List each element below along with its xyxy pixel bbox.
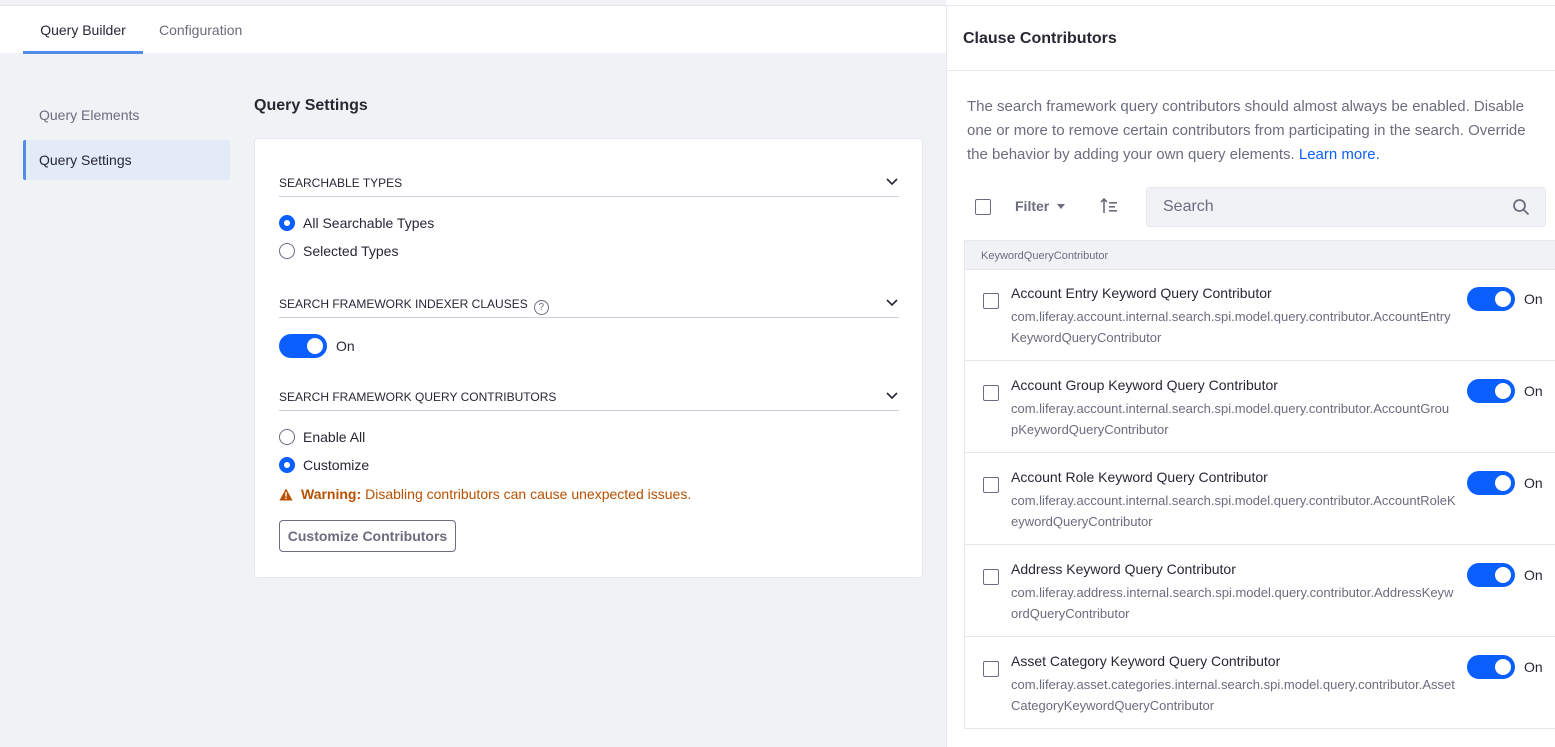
list-item: Asset Category Keyword Query Contributor…	[964, 637, 1555, 729]
sidebar-item-query-settings[interactable]: Query Settings	[23, 140, 230, 180]
toggle-row: On	[1467, 287, 1543, 311]
filter-dropdown[interactable]: Filter	[1015, 198, 1066, 214]
row-checkbox[interactable]	[983, 385, 999, 401]
customize-contributors-button[interactable]: Customize Contributors	[279, 520, 456, 552]
learn-more-link[interactable]: Learn more.	[1299, 146, 1380, 163]
sort-icon[interactable]	[1100, 197, 1118, 215]
query-builder-area: Query Builder Configuration Query Elemen…	[0, 0, 946, 747]
radio-enable-all[interactable]: Enable All	[279, 429, 365, 445]
contributor-toggle[interactable]	[1467, 287, 1515, 311]
search-icon[interactable]	[1512, 198, 1530, 216]
searchable-types-header[interactable]: SEARCHABLE TYPES	[279, 167, 899, 197]
list-group-header: KeywordQueryContributor	[964, 240, 1555, 270]
radio-label: Customize	[303, 457, 370, 473]
radio-button[interactable]	[279, 215, 295, 231]
radio-label: All Searchable Types	[303, 215, 435, 231]
toggle-label: On	[1524, 383, 1543, 399]
tab-bar: Query Builder Configuration	[0, 6, 946, 54]
panel-description: The search framework query contributors …	[967, 95, 1537, 167]
row-checkbox[interactable]	[983, 477, 999, 493]
tab-configuration[interactable]: Configuration	[159, 6, 242, 53]
radio-selected-types[interactable]: Selected Types	[279, 243, 398, 259]
contributor-class-name: com.liferay.account.internal.search.spi.…	[1011, 309, 1451, 345]
toggle-row: On	[1467, 655, 1543, 679]
contributor-toggle[interactable]	[1467, 655, 1515, 679]
contributor-title: Address Keyword Query Contributor	[1011, 561, 1236, 577]
warning-text: Disabling contributors can cause unexpec…	[365, 486, 692, 502]
warning-icon	[279, 488, 293, 500]
radio-customize[interactable]: Customize	[279, 457, 369, 473]
list-item: Account Role Keyword Query Contributor c…	[964, 453, 1555, 545]
toggle-row: On	[1467, 563, 1543, 587]
indexer-clauses-toggle[interactable]	[279, 334, 327, 358]
top-border	[0, 5, 1555, 6]
clause-contributors-panel: Clause Contributors The search framework…	[946, 6, 1555, 747]
search-input[interactable]	[1146, 187, 1546, 227]
list-item: Address Keyword Query Contributor com.li…	[964, 545, 1555, 637]
indexer-clauses-toggle-row: On	[279, 334, 355, 358]
query-contributors-header[interactable]: SEARCH FRAMEWORK QUERY CONTRIBUTORS	[279, 381, 899, 411]
row-checkbox[interactable]	[983, 569, 999, 585]
page-title: Query Settings	[254, 97, 368, 114]
management-toolbar: Filter	[963, 187, 1553, 227]
contributor-toggle[interactable]	[1467, 471, 1515, 495]
searchable-types-heading: SEARCHABLE TYPES	[279, 176, 403, 190]
contributor-class-name: com.liferay.asset.categories.internal.se…	[1011, 677, 1455, 713]
contributor-title: Account Role Keyword Query Contributor	[1011, 469, 1268, 485]
toggle-label: On	[1524, 567, 1543, 583]
query-settings-card: SEARCHABLE TYPES All Searchable Types Se…	[254, 138, 923, 578]
radio-button[interactable]	[279, 429, 295, 445]
list-item: Account Group Keyword Query Contributor …	[964, 361, 1555, 453]
row-checkbox[interactable]	[983, 661, 999, 677]
tab-query-builder[interactable]: Query Builder	[23, 6, 143, 54]
sidebar-item-query-elements[interactable]: Query Elements	[23, 95, 230, 135]
radio-label: Selected Types	[303, 243, 399, 259]
contributor-class-name: com.liferay.account.internal.search.spi.…	[1011, 401, 1450, 437]
radio-all-searchable-types[interactable]: All Searchable Types	[279, 215, 434, 231]
row-checkbox[interactable]	[983, 293, 999, 309]
contributor-list: Account Entry Keyword Query Contributor …	[964, 269, 1555, 729]
contributor-class-name: com.liferay.account.internal.search.spi.…	[1011, 493, 1456, 529]
chevron-down-icon	[886, 392, 898, 400]
toggle-label: On	[336, 338, 355, 354]
toggle-label: On	[1524, 659, 1543, 675]
toggle-row: On	[1467, 379, 1543, 403]
indexer-clauses-header[interactable]: SEARCH FRAMEWORK INDEXER CLAUSES?	[279, 288, 899, 318]
toggle-label: On	[1524, 475, 1543, 491]
contributor-title: Account Group Keyword Query Contributor	[1011, 377, 1278, 393]
help-icon[interactable]: ?	[533, 300, 549, 315]
contributor-class-name: com.liferay.address.internal.search.spi.…	[1011, 585, 1454, 621]
radio-button[interactable]	[279, 457, 295, 473]
caret-down-icon	[1057, 204, 1066, 209]
filter-label: Filter	[1015, 198, 1050, 214]
divider	[947, 70, 1555, 71]
warning-title: Warning:	[301, 486, 362, 502]
contributor-toggle[interactable]	[1467, 563, 1515, 587]
toggle-label: On	[1524, 291, 1543, 307]
radio-label: Enable All	[303, 429, 366, 445]
chevron-down-icon	[886, 178, 898, 186]
chevron-down-icon	[886, 299, 898, 307]
toggle-row: On	[1467, 471, 1543, 495]
contributor-toggle[interactable]	[1467, 379, 1515, 403]
warning-message: Warning: Disabling contributors can caus…	[279, 486, 691, 502]
indexer-clauses-heading: SEARCH FRAMEWORK INDEXER CLAUSES	[279, 297, 528, 311]
description-text: The search framework query contributors …	[967, 98, 1526, 163]
query-contributors-heading: SEARCH FRAMEWORK QUERY CONTRIBUTORS	[279, 390, 557, 404]
contributor-title: Account Entry Keyword Query Contributor	[1011, 285, 1272, 301]
contributor-title: Asset Category Keyword Query Contributor	[1011, 653, 1281, 669]
list-item: Account Entry Keyword Query Contributor …	[964, 269, 1555, 361]
panel-title: Clause Contributors	[963, 30, 1117, 47]
radio-button[interactable]	[279, 243, 295, 259]
select-all-checkbox[interactable]	[975, 199, 991, 215]
